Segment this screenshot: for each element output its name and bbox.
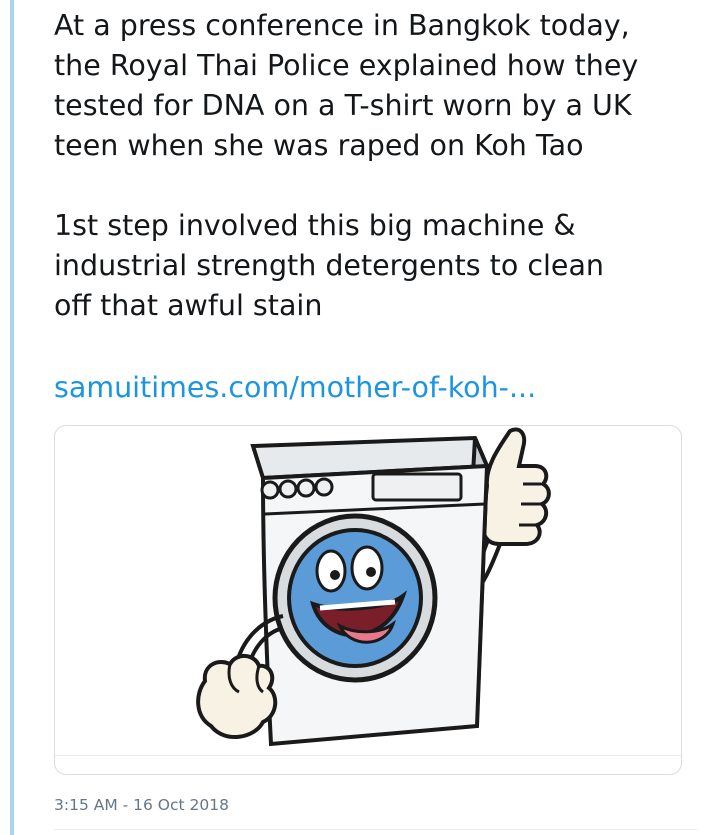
tweet-paragraph-2: 1st step involved this big machine & ind…: [54, 206, 694, 326]
article-link[interactable]: samuitimes.com/mother-of-koh-...: [54, 368, 536, 408]
tweet-timestamp[interactable]: 3:15 AM - 16 Oct 2018: [54, 795, 229, 815]
tweet-paragraph-1: At a press conference in Bangkok today, …: [54, 6, 694, 166]
tweet-line: tested for DNA on a T-shirt worn by a UK: [54, 89, 632, 122]
thumbs-up-hand: [480, 427, 551, 546]
tweet-line: the Royal Thai Police explained how they: [54, 49, 639, 82]
tweet-body: At a press conference in Bangkok today, …: [54, 6, 694, 326]
tweet-line: industrial strength detergents to clean: [54, 249, 604, 282]
tweet-line: 1st step involved this big machine &: [54, 209, 576, 242]
divider: [54, 829, 697, 830]
tweet-text: At a press conference in Bangkok today, …: [54, 6, 694, 326]
tweet-line: At a press conference in Bangkok today,: [54, 9, 630, 42]
waving-hand: [196, 654, 278, 740]
card-footer: [55, 755, 681, 774]
link-preview-card[interactable]: [54, 425, 682, 775]
thread-rule: [10, 0, 14, 835]
tweet-line: teen when she was raped on Koh Tao: [54, 129, 584, 162]
tweet-line: off that awful stain: [54, 289, 323, 322]
washing-machine-illustration: [196, 427, 551, 747]
